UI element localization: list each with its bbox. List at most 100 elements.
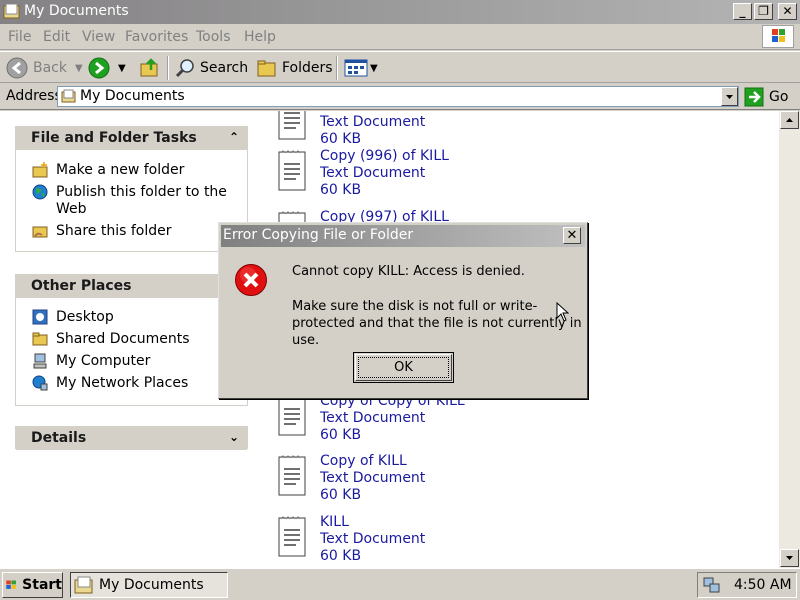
menu-favorites[interactable]: Favorites (125, 29, 188, 45)
scroll-down-button[interactable] (780, 549, 799, 567)
place-label: My Network Places (56, 375, 189, 391)
tasks-panel-title: File and Folder Tasks (31, 130, 197, 146)
folders-button[interactable]: Folders (256, 56, 333, 80)
menubar: File Edit View Favorites Tools Help (0, 24, 800, 50)
dialog-message: Cannot copy KILL: Access is denied. (292, 264, 525, 279)
task-share[interactable]: Share this folder (32, 223, 172, 240)
search-button[interactable]: Search (174, 56, 248, 80)
place-label: Desktop (56, 309, 114, 325)
start-button[interactable]: Start (2, 572, 63, 598)
chevron-down-icon (726, 95, 733, 99)
views-dropdown-icon[interactable]: ▼ (370, 63, 378, 74)
details-panel: Details ⌄ (15, 426, 248, 450)
search-label: Search (200, 60, 249, 76)
text-document-icon (278, 150, 306, 191)
back-button[interactable]: Back ▼ (6, 56, 83, 80)
tasks-panel-header[interactable]: File and Folder Tasks ⌃ (16, 127, 247, 150)
views-icon (344, 59, 368, 77)
ok-button-label: OK (358, 357, 449, 378)
go-label: Go (769, 88, 789, 105)
tasks-panel: File and Folder Tasks ⌃ Make a new folde… (15, 126, 248, 252)
back-arrow-icon (6, 57, 28, 79)
window-titlebar[interactable]: My Documents _ ❐ ✕ (0, 0, 800, 24)
place-label: My Computer (56, 353, 151, 369)
file-type: Text Document (320, 165, 426, 181)
new-folder-icon (32, 162, 48, 178)
toolbar-separator (167, 56, 169, 80)
ok-button[interactable]: OK (353, 352, 454, 383)
menu-file[interactable]: File (8, 29, 31, 45)
text-document-icon (278, 396, 306, 436)
start-label: Start (22, 577, 62, 593)
expand-icon[interactable]: ⌄ (229, 430, 239, 444)
address-label: Address (6, 88, 62, 104)
file-name: KILL (320, 514, 349, 530)
place-label: Shared Documents (56, 331, 190, 347)
places-panel-title: Other Places (31, 278, 132, 294)
place-shared-documents[interactable]: Shared Documents (32, 331, 190, 348)
menu-help[interactable]: Help (244, 29, 276, 45)
close-button[interactable]: ✕ (778, 3, 797, 20)
minimize-button[interactable]: _ (733, 3, 752, 20)
address-bar: Address My Documents Go (0, 84, 800, 110)
search-icon (175, 59, 194, 78)
folders-label: Folders (282, 60, 333, 76)
taskbar: Start My Documents 4:50 AM (0, 568, 800, 600)
file-type: Text Document (320, 531, 426, 547)
address-field[interactable]: My Documents (57, 86, 739, 107)
folder-icon (74, 576, 93, 594)
clock[interactable]: 4:50 AM (734, 577, 792, 593)
dialog-title: Error Copying File or Folder (223, 227, 414, 243)
windows-logo-icon (762, 25, 794, 48)
computer-icon (33, 353, 47, 369)
forward-arrow-icon (88, 57, 110, 79)
network-tray-icon[interactable] (702, 576, 722, 594)
menu-view[interactable]: View (82, 29, 115, 45)
details-panel-title: Details (31, 430, 87, 446)
file-item[interactable]: Copy of KILL Text Document 60 KB (276, 453, 456, 513)
collapse-icon[interactable]: ⌃ (229, 130, 239, 144)
forward-button[interactable]: ▼ (88, 56, 126, 80)
back-label: Back (33, 60, 67, 76)
go-button[interactable]: Go (744, 86, 788, 107)
file-size: 60 KB (320, 548, 362, 564)
up-folder-button[interactable] (139, 56, 161, 80)
taskbar-item-label: My Documents (99, 577, 204, 593)
error-icon (235, 264, 267, 296)
chevron-down-icon (786, 556, 793, 560)
place-desktop[interactable]: Desktop (32, 309, 114, 326)
chevron-up-icon (786, 118, 793, 122)
network-icon (32, 375, 48, 391)
globe-icon (32, 184, 48, 200)
share-folder-icon (32, 226, 48, 238)
folders-icon (257, 60, 276, 77)
vertical-scrollbar[interactable] (779, 111, 800, 568)
task-make-folder[interactable]: Make a new folder (32, 162, 184, 179)
views-button[interactable]: ▼ (344, 56, 378, 80)
address-dropdown-button[interactable] (721, 87, 738, 106)
address-value: My Documents (80, 88, 185, 104)
task-label: Make a new folder (56, 162, 185, 178)
text-document-icon (278, 111, 306, 140)
menu-tools[interactable]: Tools (196, 29, 231, 45)
window-title: My Documents (24, 3, 129, 19)
forward-dropdown-icon[interactable]: ▼ (118, 63, 126, 74)
file-size: 60 KB (320, 131, 362, 147)
places-panel-header[interactable]: Other Places (16, 275, 247, 298)
place-my-computer[interactable]: My Computer (32, 353, 150, 370)
restore-button[interactable]: ❐ (754, 3, 773, 20)
back-dropdown-icon[interactable]: ▼ (75, 63, 83, 74)
task-publish[interactable]: Publish this folder to the Web (32, 184, 232, 218)
dialog-close-button[interactable]: ✕ (563, 227, 581, 244)
file-item[interactable]: Copy of Copy of KILL Text Document 60 KB (276, 393, 465, 453)
menu-edit[interactable]: Edit (43, 29, 70, 45)
error-dialog: Error Copying File or Folder ✕ Cannot co… (218, 222, 588, 399)
up-folder-icon (140, 58, 158, 77)
place-my-network[interactable]: My Network Places (32, 375, 188, 392)
file-item[interactable]: Copy (996) of KILL Text Document 60 KB (276, 148, 456, 208)
dialog-titlebar[interactable]: Error Copying File or Folder ✕ (221, 225, 585, 247)
scroll-up-button[interactable] (780, 111, 799, 129)
taskbar-item-my-documents[interactable]: My Documents (70, 572, 228, 598)
file-item[interactable]: KILL Text Document 60 KB (276, 514, 456, 568)
details-panel-header[interactable]: Details ⌄ (16, 427, 247, 450)
